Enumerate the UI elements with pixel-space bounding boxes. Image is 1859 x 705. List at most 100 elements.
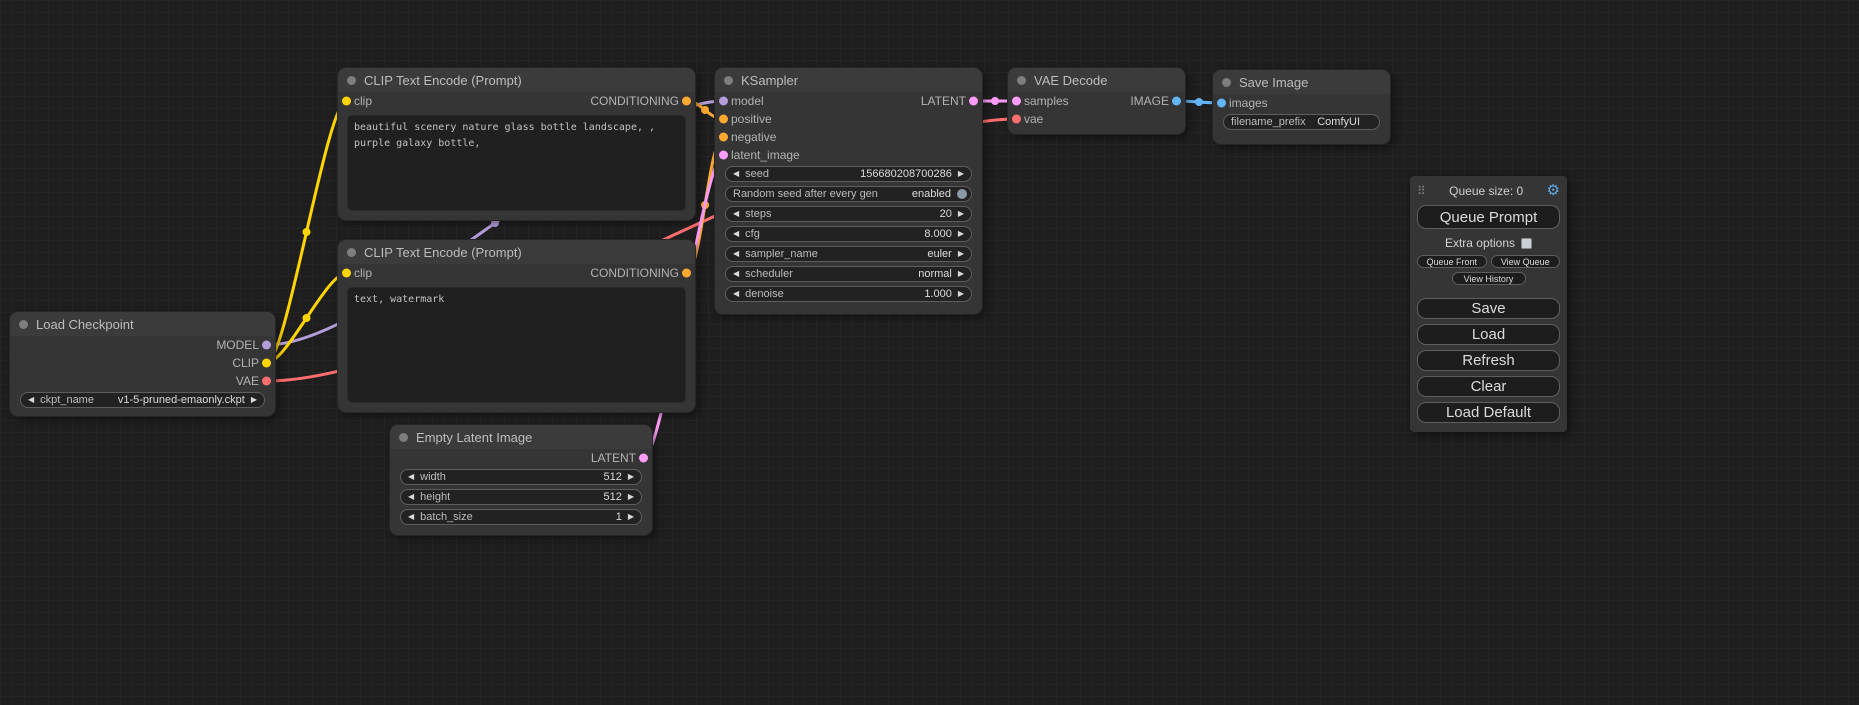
output-port-latent[interactable]	[639, 454, 648, 463]
input-slot-images[interactable]: images	[1213, 94, 1390, 112]
clear-button[interactable]: Clear	[1417, 376, 1560, 397]
increment-arrow-icon[interactable]: ▶	[958, 170, 964, 178]
input-slot-positive[interactable]: positive	[715, 110, 982, 128]
node-titlebar[interactable]: VAE Decode	[1008, 68, 1185, 92]
node-title: VAE Decode	[1034, 73, 1107, 88]
collapse-dot[interactable]	[19, 320, 28, 329]
collapse-dot[interactable]	[347, 76, 356, 85]
input-port-clip[interactable]	[342, 269, 351, 278]
prev-arrow-icon[interactable]: ◀	[733, 250, 739, 258]
node-vae-decode[interactable]: VAE Decode samples IMAGE vae	[1008, 68, 1185, 134]
collapse-dot[interactable]	[399, 433, 408, 442]
toggle-knob[interactable]	[957, 189, 967, 199]
node-titlebar[interactable]: Load Checkpoint	[10, 312, 275, 336]
output-port-clip[interactable]	[262, 359, 271, 368]
queue-prompt-button[interactable]: Queue Prompt	[1417, 205, 1560, 229]
output-port-conditioning[interactable]	[682, 97, 691, 106]
comfyui-canvas[interactable]: { "type_colors": { "MODEL": "#B39DDB", "…	[0, 0, 1859, 705]
input-port-latent-image[interactable]	[719, 151, 728, 160]
output-slot-vae[interactable]: VAE	[10, 372, 275, 390]
node-titlebar[interactable]: Save Image	[1213, 70, 1390, 94]
denoise-stepper[interactable]: ◀ denoise 1.000 ▶	[725, 286, 972, 302]
view-history-button[interactable]: View History	[1452, 272, 1526, 285]
batch-size-stepper[interactable]: ◀ batch_size 1 ▶	[400, 509, 642, 525]
input-port-samples[interactable]	[1012, 97, 1021, 106]
node-clip-text-encode-positive[interactable]: CLIP Text Encode (Prompt) clip CONDITION…	[338, 68, 695, 220]
slot-label: CONDITIONING	[590, 266, 679, 280]
positive-prompt-textarea[interactable]: beautiful scenery nature glass bottle la…	[347, 115, 686, 211]
node-titlebar[interactable]: CLIP Text Encode (Prompt)	[338, 68, 695, 92]
decrement-arrow-icon[interactable]: ◀	[408, 493, 414, 501]
increment-arrow-icon[interactable]: ▶	[628, 513, 634, 521]
output-port-image[interactable]	[1172, 97, 1181, 106]
input-port-vae[interactable]	[1012, 115, 1021, 124]
collapse-dot[interactable]	[1017, 76, 1026, 85]
next-arrow-icon[interactable]: ▶	[958, 270, 964, 278]
height-stepper[interactable]: ◀ height 512 ▶	[400, 489, 642, 505]
decrement-arrow-icon[interactable]: ◀	[733, 230, 739, 238]
decrement-arrow-icon[interactable]: ◀	[408, 513, 414, 521]
seed-stepper[interactable]: ◀ seed 156680208700286 ▶	[725, 166, 972, 182]
scheduler-combo[interactable]: ◀ scheduler normal ▶	[725, 266, 972, 282]
collapse-dot[interactable]	[724, 76, 733, 85]
input-slot-negative[interactable]: negative	[715, 128, 982, 146]
node-save-image[interactable]: Save Image images filename_prefix ComfyU…	[1213, 70, 1390, 144]
cfg-stepper[interactable]: ◀ cfg 8.000 ▶	[725, 226, 972, 242]
queue-front-button[interactable]: Queue Front	[1417, 255, 1487, 268]
extra-options-checkbox[interactable]	[1521, 238, 1532, 249]
load-default-button[interactable]: Load Default	[1417, 402, 1560, 423]
save-button[interactable]: Save	[1417, 298, 1560, 319]
ckpt-name-combo[interactable]: ◀ ckpt_name v1-5-pruned-emaonly.ckpt ▶	[20, 392, 265, 408]
increment-arrow-icon[interactable]: ▶	[958, 210, 964, 218]
node-titlebar[interactable]: CLIP Text Encode (Prompt)	[338, 240, 695, 264]
output-slot-clip[interactable]: CLIP	[10, 354, 275, 372]
prev-arrow-icon[interactable]: ◀	[28, 396, 34, 404]
input-port-negative[interactable]	[719, 133, 728, 142]
input-port-positive[interactable]	[719, 115, 728, 124]
settings-gear-icon[interactable]: ⚙	[1547, 183, 1560, 198]
decrement-arrow-icon[interactable]: ◀	[408, 473, 414, 481]
increment-arrow-icon[interactable]: ▶	[958, 290, 964, 298]
increment-arrow-icon[interactable]: ▶	[958, 230, 964, 238]
filename-prefix-field[interactable]: filename_prefix ComfyUI	[1223, 114, 1380, 130]
input-slot-vae[interactable]: vae	[1008, 110, 1185, 128]
steps-stepper[interactable]: ◀ steps 20 ▶	[725, 206, 972, 222]
node-ksampler[interactable]: KSampler model LATENT positive negative …	[715, 68, 982, 314]
drag-handle-icon[interactable]: ⠿	[1417, 184, 1426, 198]
input-port-images[interactable]	[1217, 99, 1226, 108]
decrement-arrow-icon[interactable]: ◀	[733, 170, 739, 178]
collapse-dot[interactable]	[347, 248, 356, 257]
output-slot-latent[interactable]: LATENT	[390, 449, 652, 467]
collapse-dot[interactable]	[1222, 78, 1231, 87]
decrement-arrow-icon[interactable]: ◀	[733, 210, 739, 218]
input-port-model[interactable]	[719, 97, 728, 106]
output-port-model[interactable]	[262, 341, 271, 350]
refresh-button[interactable]: Refresh	[1417, 350, 1560, 371]
decrement-arrow-icon[interactable]: ◀	[733, 290, 739, 298]
width-stepper[interactable]: ◀ width 512 ▶	[400, 469, 642, 485]
node-clip-text-encode-negative[interactable]: CLIP Text Encode (Prompt) clip CONDITION…	[338, 240, 695, 412]
node-empty-latent-image[interactable]: Empty Latent Image LATENT ◀ width 512 ▶ …	[390, 425, 652, 535]
output-port-latent[interactable]	[969, 97, 978, 106]
node-load-checkpoint[interactable]: Load Checkpoint MODEL CLIP VAE ◀ ckpt_na…	[10, 312, 275, 416]
sampler-name-combo[interactable]: ◀ sampler_name euler ▶	[725, 246, 972, 262]
slot-row: model LATENT	[715, 92, 982, 110]
increment-arrow-icon[interactable]: ▶	[628, 473, 634, 481]
load-button[interactable]: Load	[1417, 324, 1560, 345]
next-arrow-icon[interactable]: ▶	[251, 396, 257, 404]
output-slot-model[interactable]: MODEL	[10, 336, 275, 354]
output-port-conditioning[interactable]	[682, 269, 691, 278]
next-arrow-icon[interactable]: ▶	[958, 250, 964, 258]
queue-panel[interactable]: ⠿ Queue size: 0 ⚙ Queue Prompt Extra opt…	[1410, 176, 1567, 432]
node-titlebar[interactable]: Empty Latent Image	[390, 425, 652, 449]
input-port-clip[interactable]	[342, 97, 351, 106]
output-port-vae[interactable]	[262, 377, 271, 386]
widget-label: sampler_name	[745, 248, 818, 260]
view-queue-button[interactable]: View Queue	[1491, 255, 1561, 268]
input-slot-latent-image[interactable]: latent_image	[715, 146, 982, 164]
increment-arrow-icon[interactable]: ▶	[628, 493, 634, 501]
prev-arrow-icon[interactable]: ◀	[733, 270, 739, 278]
node-titlebar[interactable]: KSampler	[715, 68, 982, 92]
negative-prompt-textarea[interactable]: text, watermark	[347, 287, 686, 403]
random-seed-toggle[interactable]: Random seed after every gen enabled	[725, 186, 972, 202]
